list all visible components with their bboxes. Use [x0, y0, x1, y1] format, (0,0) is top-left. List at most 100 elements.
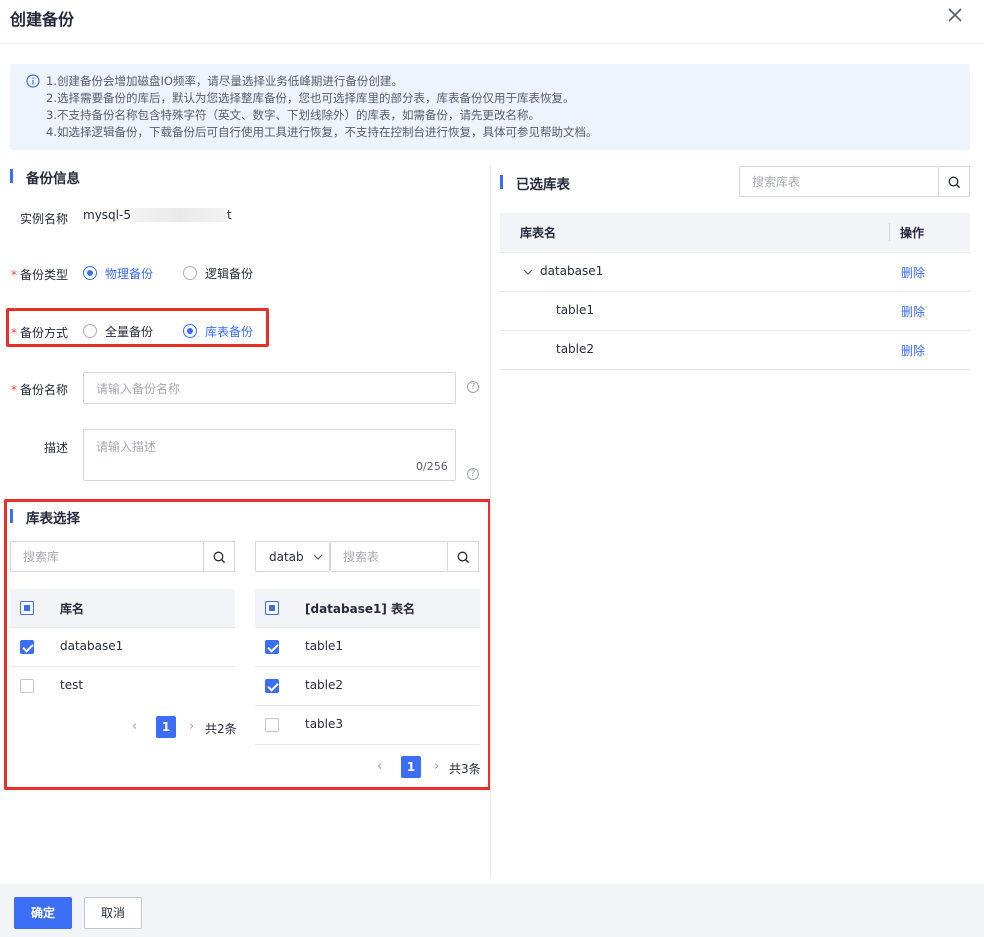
chevron-down-icon [313, 554, 323, 560]
chevron-down-icon[interactable] [522, 266, 534, 278]
delete-link[interactable]: 删除 [901, 264, 925, 281]
table-search-input[interactable]: 搜索表 [330, 541, 448, 572]
row-checkbox[interactable] [265, 718, 279, 732]
selected-table-name: table2 [556, 342, 595, 356]
selected-row: database1 删除 [500, 253, 970, 291]
radio-logical[interactable] [183, 266, 197, 280]
instance-value: mysql-5 t [83, 208, 232, 222]
description-placeholder: 请输入描述 [96, 440, 157, 454]
db-select-all-checkbox[interactable] [20, 601, 34, 615]
header-divider [0, 43, 984, 44]
prev-page-icon[interactable]: ‹ [377, 759, 382, 774]
help-icon[interactable]: ? [467, 381, 479, 393]
tables-table-header: [database1] 表名 [255, 589, 480, 627]
delete-link[interactable]: 删除 [901, 303, 925, 320]
radio-physical[interactable] [83, 266, 97, 280]
description-textarea[interactable]: 请输入描述 [83, 429, 456, 481]
help-icon[interactable]: ? [467, 468, 479, 480]
dialog-footer: 确定 取消 [0, 884, 984, 937]
selected-row: table1 删除 [500, 292, 970, 330]
table-row[interactable]: test [10, 667, 235, 705]
backup-name-placeholder: 请输入备份名称 [96, 381, 181, 396]
section-marker [500, 175, 503, 189]
table-row[interactable]: table1 [255, 628, 480, 666]
db-table-header: 库名 [10, 589, 235, 627]
table-select-all-checkbox[interactable] [265, 601, 279, 615]
db-page-current[interactable]: 1 [156, 716, 176, 738]
selected-table-name: table1 [556, 303, 595, 317]
notice-line: 1.创建备份会增加磁盘IO频率，请尽量选择业务低峰期进行备份创建。 [46, 74, 403, 88]
radio-full[interactable] [83, 324, 97, 338]
table-row[interactable]: database1 [10, 628, 235, 666]
backup-name-input[interactable]: 请输入备份名称 [83, 372, 456, 404]
cancel-button[interactable]: 取消 [84, 897, 142, 929]
table-header-label: [database1] 表名 [305, 602, 415, 616]
db-name-cell: database1 [60, 639, 124, 653]
table-total: 共3条 [449, 762, 481, 776]
row-checkbox[interactable] [265, 679, 279, 693]
table-name-cell: table1 [305, 639, 344, 653]
instance-label: 实例名称 [19, 212, 68, 226]
radio-logical-label[interactable]: 逻辑备份 [205, 265, 253, 282]
db-search-input[interactable]: 搜索库 [10, 541, 204, 572]
description-counter: 0/256 [416, 460, 448, 473]
col-action-header: 操作 [900, 226, 925, 240]
radio-full-label[interactable]: 全量备份 [105, 323, 153, 340]
col-name-header: 库表名 [520, 226, 557, 240]
backup-method-label: * 备份方式 [10, 326, 68, 340]
db-dropdown-value: datab [269, 549, 304, 564]
db-search-button[interactable] [204, 541, 235, 572]
table-search-placeholder: 搜索表 [343, 550, 380, 564]
db-header-label: 库名 [60, 602, 85, 616]
section-marker [10, 169, 13, 183]
search-icon [213, 551, 226, 564]
delete-link[interactable]: 删除 [901, 342, 925, 359]
next-page-icon[interactable]: › [189, 719, 194, 734]
panel-divider [490, 166, 491, 878]
table-row[interactable]: table2 [255, 667, 480, 705]
confirm-button[interactable]: 确定 [14, 897, 72, 929]
row-checkbox[interactable] [20, 640, 34, 654]
backup-name-label: * 备份名称 [10, 383, 68, 397]
radio-dbtable[interactable] [183, 324, 197, 338]
notice-line: 4.如选择逻辑备份，下载备份后可自行使用工具进行恢复，不支持在控制台进行恢复，具… [46, 125, 598, 139]
col-separator [889, 223, 890, 241]
table-name-cell: table2 [305, 678, 344, 692]
notice-line: 3.不支持备份名称包含特殊字符（英文、数字、下划线除外）的库表，如需备份，请先更… [46, 108, 540, 122]
description-label: 描述 [43, 441, 68, 455]
row-divider [500, 369, 970, 370]
search-icon [948, 176, 961, 189]
row-checkbox[interactable] [265, 640, 279, 654]
prev-page-icon[interactable]: ‹ [132, 719, 137, 734]
redacted-block [130, 208, 227, 222]
instance-prefix: mysql-5 [83, 208, 131, 222]
selected-table-header: 库表名 操作 [500, 213, 970, 251]
table-row[interactable]: table3 [255, 706, 480, 744]
backup-type-label: * 备份类型 [10, 268, 68, 282]
dialog-title: 创建备份 [10, 10, 75, 29]
db-total: 共2条 [205, 722, 237, 736]
db-dropdown[interactable]: datab [255, 541, 330, 572]
table-name-cell: table3 [305, 717, 344, 731]
instance-suffix: t [226, 208, 232, 222]
selected-search-button[interactable] [939, 166, 970, 197]
table-page-current[interactable]: 1 [401, 756, 421, 778]
notice-text: 1.创建备份会增加磁盘IO频率，请尽量选择业务低峰期进行备份创建。 2.选择需要… [46, 73, 597, 141]
table-search-button[interactable] [448, 541, 479, 572]
selected-search-input[interactable]: 搜索库表 [739, 166, 939, 197]
section-title-db-select: 库表选择 [26, 511, 80, 527]
radio-physical-label[interactable]: 物理备份 [105, 265, 153, 282]
info-icon [26, 74, 40, 88]
db-name-cell: test [60, 678, 84, 692]
selected-db-name: database1 [540, 264, 604, 278]
radio-dbtable-label[interactable]: 库表备份 [205, 323, 253, 340]
section-title-selected: 已选库表 [516, 177, 570, 193]
row-checkbox[interactable] [20, 679, 34, 693]
close-icon[interactable] [944, 4, 966, 26]
notice-line: 2.选择需要备份的库后，默认为您选择整库备份，您也可选择库里的部分表，库表备份仅… [46, 91, 575, 105]
selected-row: table2 删除 [500, 331, 970, 369]
next-page-icon[interactable]: › [434, 759, 439, 774]
notice-box: 1.创建备份会增加磁盘IO频率，请尽量选择业务低峰期进行备份创建。 2.选择需要… [10, 64, 970, 150]
selected-search-placeholder: 搜索库表 [752, 175, 801, 189]
section-title-backup-info: 备份信息 [26, 171, 80, 187]
